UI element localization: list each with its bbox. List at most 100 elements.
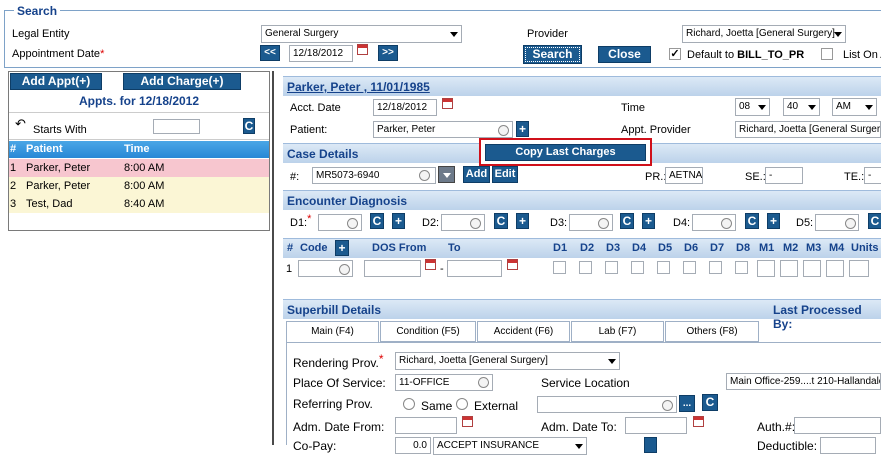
add-appt-button[interactable]: Add Appt(+) [10,73,102,90]
ampm-value: AM [836,101,851,112]
codes-col-units: Units [851,242,879,254]
d2-clear-button[interactable]: C [494,213,508,229]
next-date-button[interactable]: >> [378,45,398,61]
calendar-icon[interactable] [462,416,473,427]
prev-date-button[interactable]: << [260,45,280,61]
legal-entity-select[interactable]: General Surgery [261,25,462,43]
d1-clear-button[interactable]: C [370,213,384,229]
minute-select[interactable]: 40 [783,98,820,116]
adm-date-from-input[interactable] [395,417,457,434]
lookup-icon[interactable] [347,218,358,229]
lookup-icon[interactable] [470,218,481,229]
units-input[interactable] [849,260,869,277]
list-on-checkbox[interactable] [821,48,833,60]
d2-label: D2: [422,217,440,229]
codes-col-hash: # [287,242,294,254]
d6-pointer[interactable] [683,261,696,274]
acct-date-input[interactable]: 12/18/2012 [373,99,437,116]
d4-pointer[interactable] [631,261,644,274]
d2-add-button[interactable]: + [516,213,529,229]
dos-to-input[interactable] [447,260,502,277]
tab-others[interactable]: Others (F8) [665,321,759,342]
case-input[interactable]: MR5073-6940 [312,167,436,184]
lookup-icon[interactable] [498,125,509,136]
lookup-icon[interactable] [419,170,430,181]
patient-header-link[interactable]: Parker, Peter , 11/01/1985 [287,80,430,94]
external-radio[interactable] [456,398,468,410]
d2-pointer[interactable] [579,261,592,274]
co-pay-input[interactable]: 0.0 [395,437,431,454]
tab-lab[interactable]: Lab (F7) [571,321,664,342]
add-patient-button[interactable]: + [516,121,529,137]
codes-col-d4: D4 [632,242,647,254]
referring-input[interactable] [537,396,677,413]
auth-input[interactable] [794,417,881,434]
m4-input[interactable] [826,260,844,277]
d7-pointer[interactable] [709,261,722,274]
calendar-icon[interactable] [442,98,453,109]
chevron-down-icon [450,32,458,37]
appt-date-label: Appointment Date* [12,48,104,60]
referring-more-button[interactable]: ... [679,395,695,412]
d5-clear-button[interactable]: C [868,213,881,229]
close-button[interactable]: Close [598,46,651,63]
calendar-icon[interactable] [357,44,368,55]
deductible-input[interactable] [820,437,876,454]
add-charge-button[interactable]: Add Charge(+) [123,73,241,90]
d1-add-button[interactable]: + [392,213,405,229]
copy-last-charges-button[interactable]: Copy Last Charges [485,144,646,161]
insurance-select[interactable]: ACCEPT INSURANCE [433,437,587,455]
d4-clear-button[interactable]: C [745,213,759,229]
starts-with-input[interactable] [153,119,200,134]
hour-select[interactable]: 08 [735,98,770,116]
add-code-button[interactable]: + [335,240,349,256]
d8-pointer[interactable] [735,261,748,274]
lookup-icon[interactable] [339,264,350,275]
insurance-value: ACCEPT INSURANCE [437,440,540,451]
lookup-icon[interactable] [662,400,673,411]
dos-from-input[interactable] [364,260,421,277]
tab-condition[interactable]: Condition (F5) [380,321,476,342]
appt-provider-input[interactable]: Richard, Joetta [General Surgery] [735,121,881,138]
d1-pointer[interactable] [553,261,566,274]
row-patient: Parker, Peter [26,162,91,174]
clear-button[interactable]: C [243,118,255,134]
pr-label: PR.: [645,171,667,183]
tab-main[interactable]: Main (F4) [286,321,379,343]
d5-pointer[interactable] [657,261,670,274]
d4-add-button[interactable]: + [767,213,780,229]
calendar-icon[interactable] [693,416,704,427]
rendering-prov-select[interactable]: Richard, Joetta [General Surgery] [395,352,620,370]
calendar-icon[interactable] [507,259,518,270]
co-pay-add-button[interactable] [644,437,657,453]
d3-clear-button[interactable]: C [620,213,634,229]
appt-provider-label: Appt. Provider [621,124,691,136]
service-location-input[interactable]: Main Office-259....t 210-Hallandale [726,373,881,390]
same-radio[interactable] [403,398,415,410]
case-dropdown-button[interactable] [438,166,455,183]
edit-case-button[interactable]: Edit [492,166,518,183]
d3-pointer[interactable] [605,261,618,274]
default-bill-checkbox[interactable]: ✓ [669,48,681,60]
calendar-icon[interactable] [425,259,436,270]
col-patient-header: Patient [26,143,63,155]
undo-icon[interactable]: ↶ [15,116,26,132]
d3-add-button[interactable]: + [642,213,655,229]
search-button[interactable]: Search [523,45,582,64]
codes-col-m1: M1 [759,242,775,254]
ampm-select[interactable]: AM [832,98,877,116]
add-case-button[interactable]: Add [463,166,490,183]
lookup-icon[interactable] [478,377,489,388]
m3-input[interactable] [803,260,821,277]
adm-date-to-input[interactable] [625,417,687,434]
appt-date-input[interactable]: 12/18/2012 [289,45,353,62]
m2-input[interactable] [780,260,798,277]
provider-select[interactable]: Richard, Joetta [General Surgery] [682,25,846,43]
referring-clear-button[interactable]: C [702,394,718,411]
lookup-icon[interactable] [598,218,609,229]
tab-accident[interactable]: Accident (F6) [477,321,570,342]
lookup-icon[interactable] [845,218,856,229]
lookup-icon[interactable] [721,218,732,229]
m1-input[interactable] [757,260,775,277]
patient-input[interactable]: Parker, Peter [373,121,513,138]
